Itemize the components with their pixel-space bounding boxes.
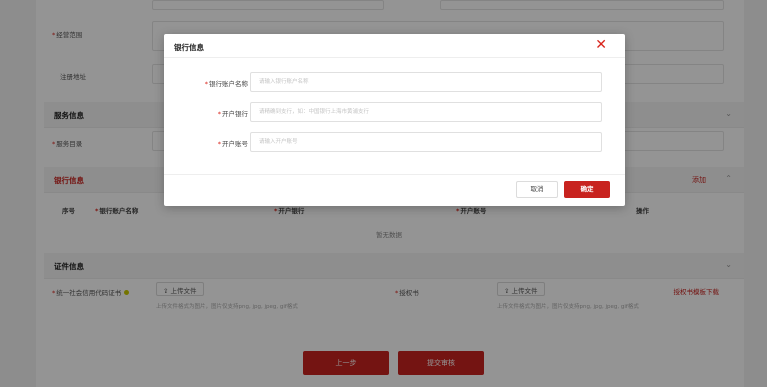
close-icon[interactable]: ✕ [595,37,607,53]
account-number-row: 开户账号 [164,132,625,154]
bank-name-input[interactable] [250,102,602,122]
cancel-button[interactable]: 取消 [516,181,558,198]
account-name-input[interactable] [250,72,602,92]
bank-name-row: 开户银行 [164,102,625,124]
bank-info-dialog: 银行信息 ✕ 银行账户名称 开户银行 开户账号 取消 确定 [164,34,625,206]
account-name-label: 银行账户名称 [178,78,248,88]
confirm-button[interactable]: 确定 [564,181,610,198]
account-number-input[interactable] [250,132,602,152]
account-number-label: 开户账号 [178,138,248,148]
dialog-footer-divider [164,174,625,175]
dialog-header: 银行信息 ✕ [164,34,625,58]
account-name-row: 银行账户名称 [164,72,625,94]
bank-name-label: 开户银行 [178,108,248,118]
dialog-title: 银行信息 [174,43,204,52]
